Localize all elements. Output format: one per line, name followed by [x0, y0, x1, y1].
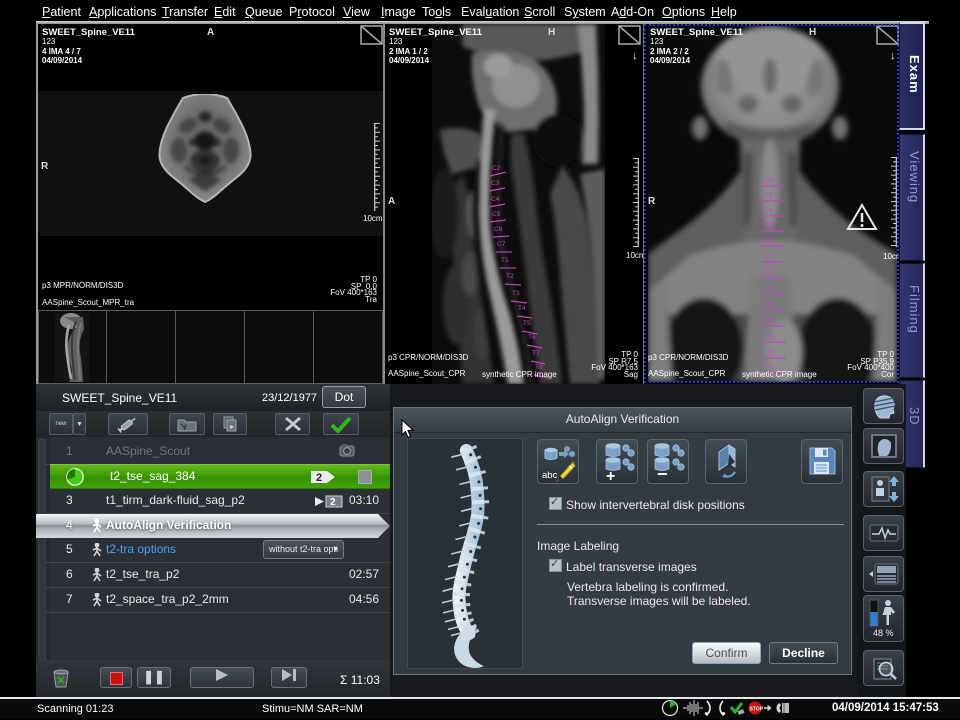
svg-text:C5: C5 [492, 211, 501, 218]
svg-text:C4: C4 [491, 196, 500, 203]
svg-text:2: 2 [316, 472, 322, 484]
svg-text:C7: C7 [497, 241, 506, 248]
svg-text:T7: T7 [532, 350, 540, 357]
svg-text:T1: T1 [501, 257, 509, 264]
svg-text:STOP: STOP [750, 707, 764, 713]
svg-text:T5: T5 [523, 320, 531, 327]
svg-text:C2: C2 [492, 165, 501, 172]
svg-text:T6: T6 [528, 334, 536, 341]
svg-text:T3: T3 [512, 290, 520, 297]
svg-text:C6: C6 [494, 226, 503, 233]
svg-text:C3: C3 [491, 180, 500, 187]
svg-text:2: 2 [330, 497, 336, 508]
svg-text:+: + [606, 468, 615, 482]
svg-text:T2: T2 [506, 273, 514, 280]
svg-text:−: − [657, 464, 668, 482]
svg-text:abc: abc [542, 470, 558, 481]
svg-text:T4: T4 [518, 305, 526, 312]
